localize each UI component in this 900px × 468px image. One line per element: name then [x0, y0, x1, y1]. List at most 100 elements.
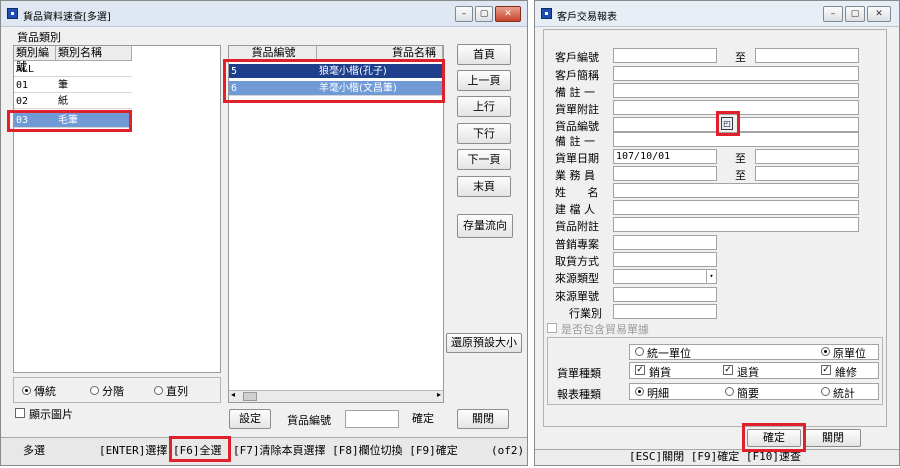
table-row-selected[interactable]: 03 毛筆: [14, 113, 132, 128]
product-quick-search-window: 貨品資料速查[多選] – ▢ ✕ 貨品類別 類別編號 類別名稱 ALL 01 筆 …: [0, 0, 528, 466]
table-row[interactable]: 5 狼毫小楷(孔子): [229, 64, 443, 79]
next-row-button[interactable]: 下行: [457, 123, 511, 144]
bill-type-return-checkbox[interactable]: ✓: [723, 365, 733, 375]
status-shortcuts: [F7]清除本頁選擇 [F8]欄位切換 [F9]確定: [233, 444, 458, 457]
source-type-select[interactable]: ▾: [613, 269, 717, 284]
bill-type-repair-checkbox[interactable]: ✓: [821, 365, 831, 375]
show-image-checkbox[interactable]: [15, 408, 25, 418]
radio-tiered[interactable]: [90, 386, 99, 395]
note1-input[interactable]: [613, 83, 859, 98]
promo-input[interactable]: [613, 235, 717, 250]
radio-unit-unified[interactable]: [635, 347, 644, 356]
product-header-name[interactable]: 貨品名稱: [317, 46, 443, 61]
radio-column[interactable]: [154, 386, 163, 395]
customer-no-from[interactable]: [613, 48, 717, 63]
name-input[interactable]: [613, 183, 859, 198]
product-table[interactable]: 貨品編號 貨品名稱 5 狼毫小楷(孔子) 6 羊毫小楷(文昌筆) ◂ ▸: [228, 45, 444, 403]
bill-date-to[interactable]: [755, 149, 859, 164]
salesman-to[interactable]: [755, 166, 859, 181]
pickup-input[interactable]: [613, 252, 717, 267]
dropdown-arrow-icon[interactable]: ▾: [706, 269, 716, 284]
industry-input[interactable]: [613, 304, 717, 319]
maximize-icon[interactable]: ▢: [845, 6, 865, 22]
to-label: 至: [735, 51, 746, 64]
radio-tiered-label: 分階: [102, 385, 124, 398]
note1b-input[interactable]: [613, 132, 859, 147]
bill-date-to-label: 至: [735, 152, 746, 165]
product-header-code[interactable]: 貨品編號: [229, 46, 317, 61]
table-row[interactable]: 02 紙: [14, 94, 132, 109]
include-trade-checkbox[interactable]: [547, 323, 557, 333]
customer-short-input[interactable]: [613, 66, 859, 81]
product-code-input[interactable]: [345, 410, 399, 428]
window-title: 客戶交易報表: [557, 12, 617, 23]
pickup-label: 取貨方式: [555, 255, 599, 268]
status-page: (of2): [491, 444, 525, 457]
confirm-button[interactable]: 確定: [747, 429, 801, 447]
maximize-icon[interactable]: ▢: [475, 6, 493, 22]
next-page-button[interactable]: 下一頁: [457, 149, 511, 170]
app-icon: [541, 8, 552, 19]
show-image-label: 顯示圖片: [29, 408, 73, 421]
table-row[interactable]: 6 羊毫小楷(文昌筆): [229, 81, 443, 96]
prev-row-button[interactable]: 上行: [457, 96, 511, 117]
radio-traditional[interactable]: [22, 386, 31, 395]
category-table[interactable]: 類別編號 類別名稱 ALL 01 筆 02 紙 03 毛筆: [13, 45, 221, 373]
horizontal-scrollbar[interactable]: ◂ ▸: [229, 390, 443, 402]
last-page-button[interactable]: 末頁: [457, 176, 511, 197]
radio-report-detail[interactable]: [635, 387, 644, 396]
stock-flow-button[interactable]: 存量流向: [457, 214, 513, 238]
promo-label: 普銷專案: [555, 238, 599, 251]
lookup-icon[interactable]: ◰: [721, 117, 733, 130]
radio-report-brief[interactable]: [725, 387, 734, 396]
bill-type-sales-checkbox[interactable]: ✓: [635, 365, 645, 375]
bill-type-repair-label: 維修: [835, 366, 857, 379]
close-icon[interactable]: ✕: [495, 6, 521, 22]
scroll-right-icon[interactable]: ▸: [437, 390, 441, 399]
creator-input[interactable]: [613, 200, 859, 215]
title-bar[interactable]: 客戶交易報表 – ▢ ✕: [535, 1, 899, 27]
source-no-input[interactable]: [613, 287, 717, 302]
salesman-from[interactable]: [613, 166, 717, 181]
product-no-to[interactable]: [737, 117, 859, 132]
radio-unit-original[interactable]: [821, 347, 830, 356]
scroll-left-icon[interactable]: ◂: [231, 390, 235, 399]
category-header-name[interactable]: 類別名稱: [56, 46, 132, 61]
minimize-icon[interactable]: –: [455, 6, 473, 22]
category-header-code[interactable]: 類別編號: [14, 46, 56, 73]
table-row[interactable]: 01 筆: [14, 78, 132, 93]
bill-date-label: 貨單日期: [555, 152, 599, 165]
bill-type-sales-label: 銷貨: [649, 366, 671, 379]
minimize-icon[interactable]: –: [823, 6, 843, 22]
source-type-label: 來源類型: [555, 272, 599, 285]
scroll-thumb[interactable]: [243, 392, 257, 401]
product-no-input[interactable]: [613, 117, 717, 132]
window-title: 貨品資料速查[多選]: [23, 12, 111, 23]
report-type-label: 報表種類: [557, 388, 601, 401]
bill-note-label: 貨單附註: [555, 103, 599, 116]
close-button[interactable]: 關閉: [457, 409, 509, 429]
table-row[interactable]: ALL: [14, 62, 132, 77]
bill-note-input[interactable]: [613, 100, 859, 115]
include-trade-label: 是否包含貿易單據: [561, 323, 649, 336]
first-page-button[interactable]: 首頁: [457, 44, 511, 65]
status-bar: [ESC]關閉 [F9]確定 [F10]速查: [535, 449, 899, 465]
category-label: 貨品類別: [17, 31, 61, 44]
status-mode: 多選: [23, 444, 45, 457]
close-button[interactable]: 關閉: [805, 429, 861, 447]
customer-no-to[interactable]: [755, 48, 859, 63]
report-detail-label: 明細: [647, 387, 669, 400]
creator-label: 建 檔 人: [555, 203, 595, 216]
restore-size-button[interactable]: 還原預設大小: [446, 333, 522, 353]
report-stats-label: 統計: [833, 387, 855, 400]
title-bar[interactable]: 貨品資料速查[多選] – ▢ ✕: [1, 1, 527, 27]
settings-button[interactable]: 設定: [229, 409, 271, 429]
confirm-button[interactable]: 確定: [401, 409, 445, 429]
bill-date-from[interactable]: 107/10/01: [613, 149, 717, 164]
product-note-input[interactable]: [613, 217, 859, 232]
close-icon[interactable]: ✕: [867, 6, 891, 22]
report-brief-label: 簡要: [737, 387, 759, 400]
prev-page-button[interactable]: 上一頁: [457, 70, 511, 91]
status-f6[interactable]: [F6]全選: [173, 442, 222, 462]
radio-report-stats[interactable]: [821, 387, 830, 396]
